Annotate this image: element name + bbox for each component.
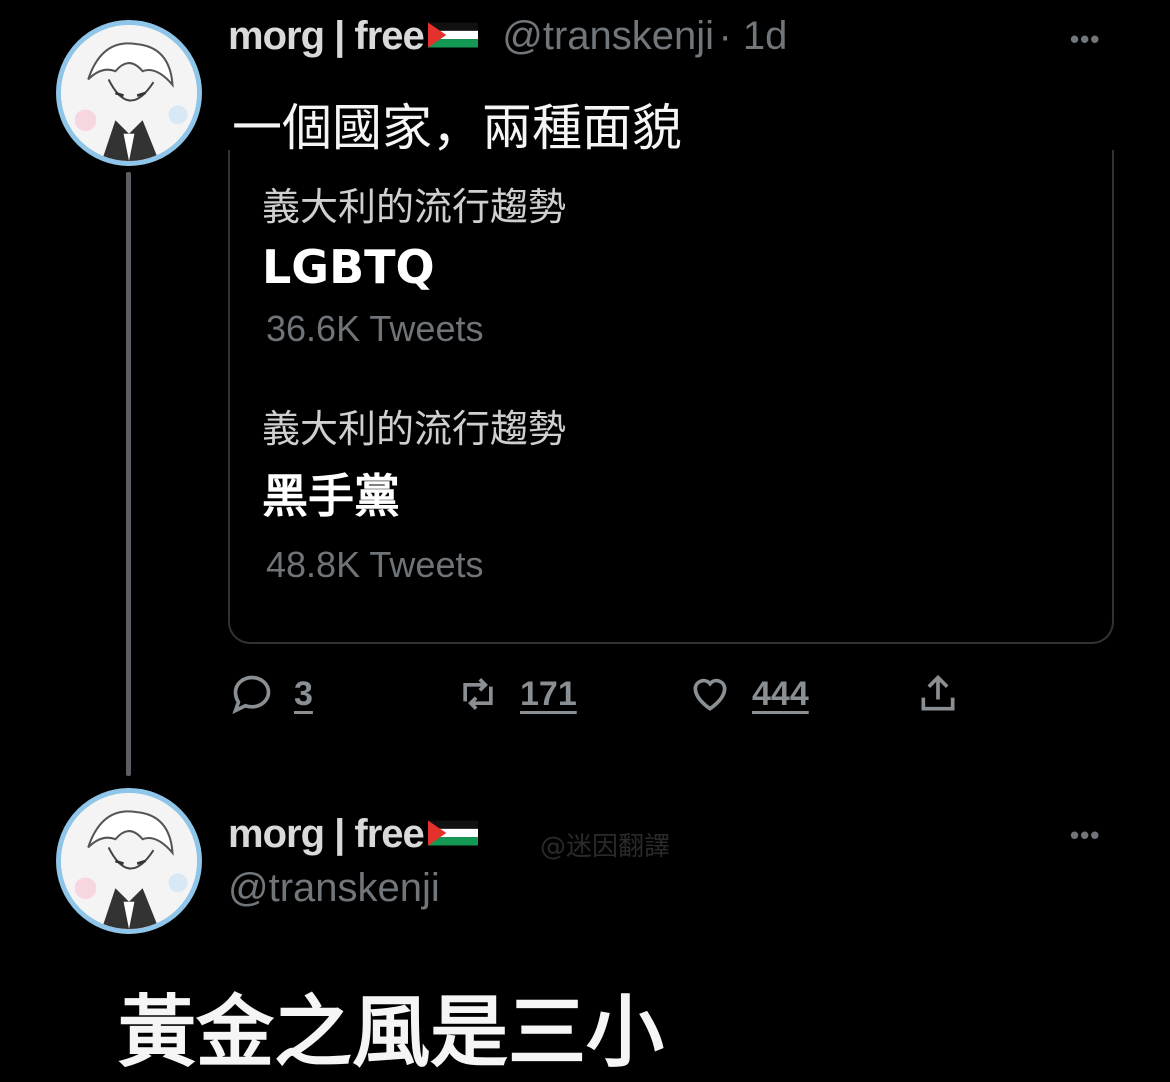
timestamp[interactable]: · 1d — [719, 14, 788, 58]
tweet-header: morg | free @transkenji · 1d — [228, 14, 787, 59]
reply-count: 3 — [294, 674, 313, 713]
trend-tweet-count: 36.6K Tweets — [266, 308, 484, 349]
display-name[interactable]: morg | free — [228, 14, 425, 58]
trend-title: LGBTQ — [262, 240, 435, 294]
user-handle[interactable]: @transkenji — [228, 866, 440, 911]
user-handle[interactable]: @transkenji — [502, 14, 714, 58]
avatar-illustration-icon — [61, 793, 197, 929]
trend-tweet-count: 48.8K Tweets — [266, 544, 484, 585]
retweet-button[interactable]: 171 — [456, 672, 577, 716]
like-count: 444 — [752, 674, 809, 713]
tweet-header: morg | free — [228, 812, 478, 857]
trend-label: 義大利的流行趨勢 — [262, 185, 567, 229]
more-options-icon[interactable]: ••• — [1070, 24, 1100, 55]
thread-connector-line — [126, 172, 131, 776]
avatar[interactable] — [56, 788, 202, 934]
retweet-icon — [463, 678, 493, 710]
share-icon — [921, 674, 955, 711]
tweet-text: 黃金之風是三小 — [118, 988, 665, 1078]
heart-icon — [693, 678, 727, 711]
avatar[interactable] — [56, 20, 202, 166]
watermark: @迷因翻譯 — [540, 832, 671, 862]
palestine-flag-icon — [427, 820, 478, 846]
trend-title: 黑手黨 — [262, 469, 400, 523]
trend-label: 義大利的流行趨勢 — [262, 407, 567, 451]
retweet-count: 171 — [520, 674, 577, 713]
more-options-icon[interactable]: ••• — [1070, 820, 1100, 851]
avatar-illustration-icon — [61, 25, 197, 161]
palestine-flag-icon — [427, 22, 478, 48]
share-button[interactable] — [916, 672, 960, 716]
reply-button[interactable]: 3 — [230, 672, 313, 716]
like-button[interactable]: 444 — [688, 672, 809, 716]
reply-icon — [232, 675, 271, 715]
display-name[interactable]: morg | free — [228, 812, 425, 856]
